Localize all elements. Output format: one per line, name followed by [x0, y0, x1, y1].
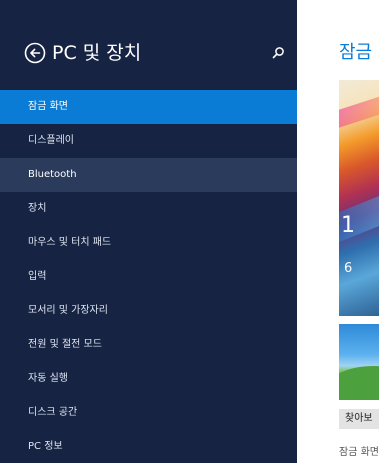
nav-item-label: 전원 및 절전 모드	[28, 339, 102, 350]
nav-pane: PC 및 장치 잠금 화면 디스플레이 Bluetooth 장치 마우스 및 터…	[0, 0, 297, 463]
nav-list: 잠금 화면 디스플레이 Bluetooth 장치 마우스 및 터치 패드 입력 …	[0, 90, 297, 463]
nav-header: PC 및 장치	[0, 38, 297, 70]
nav-item-bluetooth[interactable]: Bluetooth	[0, 158, 297, 192]
nav-item-label: 장치	[28, 203, 47, 214]
preview-clock: 1	[341, 213, 355, 238]
caption-text: 잠금 화면	[339, 447, 379, 458]
nav-item-display[interactable]: 디스플레이	[0, 124, 297, 158]
nav-item-autoplay[interactable]: 자동 실행	[0, 362, 297, 396]
preview-decoration	[339, 90, 379, 128]
nav-item-label: PC 정보	[28, 441, 63, 452]
content-pane: 잠금 1 6 찾아보 잠금 화면	[297, 0, 379, 463]
nav-item-label: 마우스 및 터치 패드	[28, 237, 112, 248]
search-icon[interactable]	[270, 45, 286, 61]
nav-item-label: 모서리 및 가장자리	[28, 305, 108, 316]
nav-item-devices[interactable]: 장치	[0, 192, 297, 226]
background-thumbnail[interactable]	[339, 324, 379, 400]
nav-item-corners-edges[interactable]: 모서리 및 가장자리	[0, 294, 297, 328]
nav-item-disk-space[interactable]: 디스크 공간	[0, 396, 297, 430]
page-title: PC 및 장치	[52, 42, 142, 64]
preview-date: 6	[344, 261, 353, 276]
nav-item-lock-screen[interactable]: 잠금 화면	[0, 90, 297, 124]
nav-item-pc-info[interactable]: PC 정보	[0, 430, 297, 463]
lock-screen-preview	[339, 80, 379, 316]
nav-item-typing[interactable]: 입력	[0, 260, 297, 294]
nav-item-label: 잠금 화면	[28, 101, 68, 112]
nav-item-label: 디스플레이	[28, 135, 74, 146]
nav-item-label: 자동 실행	[28, 373, 68, 384]
thumbnail-hill	[339, 366, 379, 400]
settings-window: PC 및 장치 잠금 화면 디스플레이 Bluetooth 장치 마우스 및 터…	[0, 0, 379, 463]
nav-item-power-sleep[interactable]: 전원 및 절전 모드	[0, 328, 297, 362]
nav-item-mouse-touchpad[interactable]: 마우스 및 터치 패드	[0, 226, 297, 260]
nav-item-label: 디스크 공간	[28, 407, 78, 418]
back-arrow-icon[interactable]	[24, 42, 46, 64]
section-title: 잠금	[339, 42, 373, 63]
nav-item-label: 입력	[28, 271, 47, 282]
browse-button[interactable]: 찾아보	[339, 409, 379, 429]
nav-item-label: Bluetooth	[28, 169, 77, 180]
